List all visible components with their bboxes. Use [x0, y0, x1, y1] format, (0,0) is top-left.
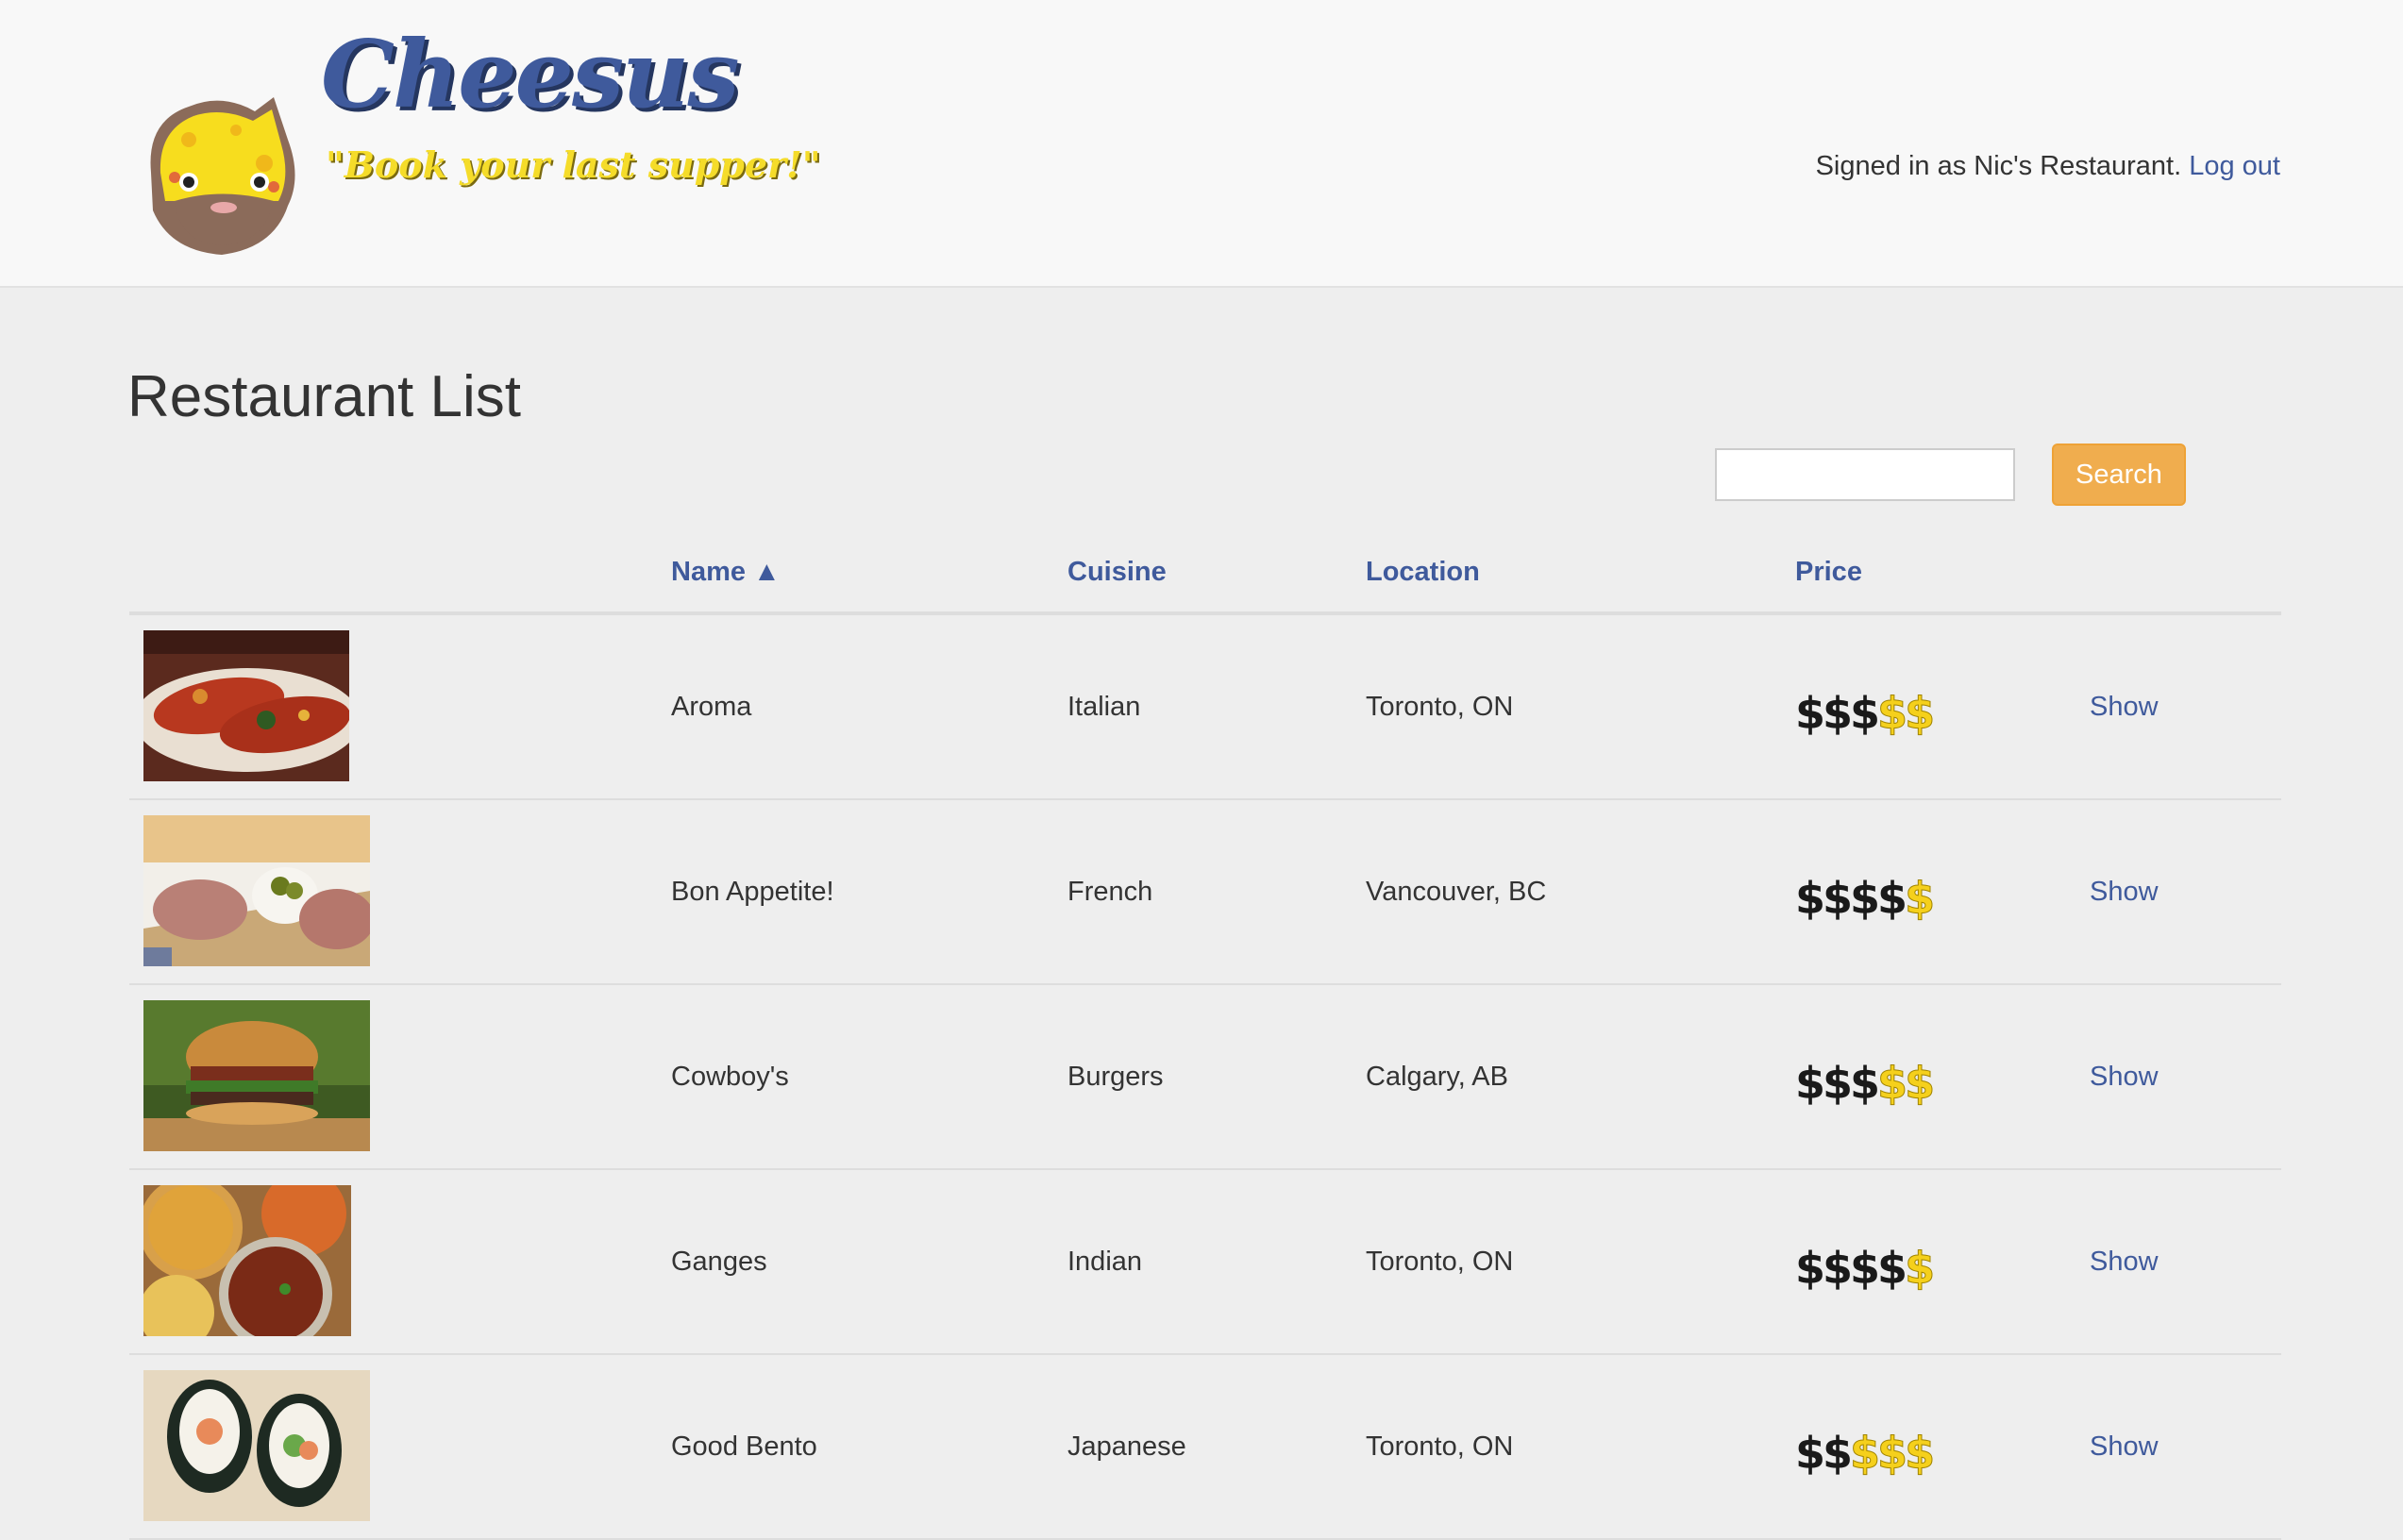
table-header: Name ▲ Cuisine Location Price — [129, 536, 2281, 615]
restaurant-cuisine: French — [1067, 876, 1153, 907]
price-dollar-active-icon: $ — [1795, 1058, 1826, 1109]
restaurant-photo — [143, 1370, 370, 1521]
restaurant-cuisine: Indian — [1067, 1246, 1143, 1277]
sort-by-cuisine-header[interactable]: Cuisine — [1067, 557, 1167, 588]
table-row: Aroma Italian Toronto, ON $ $ $ $ $ Show — [129, 615, 2281, 800]
restaurant-location: Vancouver, BC — [1366, 876, 1547, 907]
price-dollar-active-icon: $ — [1823, 688, 1854, 739]
restaurant-location: Toronto, ON — [1366, 691, 1514, 722]
sort-by-name-header[interactable]: Name ▲ — [671, 557, 781, 588]
price-rating: $ $ $ $ $ — [1795, 800, 1936, 983]
price-dollar-active-icon: $ — [1795, 873, 1826, 924]
restaurant-table: Name ▲ Cuisine Location Price Aroma Ital… — [129, 536, 2281, 1540]
price-rating: $ $ $ $ $ — [1795, 615, 1936, 798]
price-dollar-active-icon: $ — [1823, 1243, 1854, 1294]
price-dollar-active-icon: $ — [1795, 1243, 1826, 1294]
show-restaurant-link[interactable]: Show — [2090, 800, 2159, 983]
table-row: Bon Appetite! French Vancouver, BC $ $ $ $ $… — [129, 800, 2281, 985]
price-dollar-active-icon: $ — [1877, 873, 1908, 924]
price-dollar-active-icon: $ — [1823, 1058, 1854, 1109]
restaurant-name: Bon Appetite! — [671, 876, 834, 907]
table-row: Ganges Indian Toronto, ON $ $ $ $ $ Show — [129, 1170, 2281, 1355]
price-rating: $ $ $ $ $ — [1795, 1355, 1936, 1538]
restaurant-location: Toronto, ON — [1366, 1431, 1514, 1462]
show-restaurant-link[interactable]: Show — [2090, 1170, 2159, 1353]
restaurant-name: Aroma — [671, 691, 752, 722]
restaurant-photo — [143, 1000, 370, 1151]
auth-status: Signed in as Nic's Restaurant. Log out — [1816, 151, 2280, 182]
price-dollar-active-icon: $ — [1877, 1243, 1908, 1294]
restaurant-cuisine: Italian — [1067, 691, 1141, 722]
price-dollar-active-icon: $ — [1850, 873, 1881, 924]
price-dollar-inactive-icon: $ — [1905, 1243, 1936, 1294]
price-dollar-inactive-icon: $ — [1877, 1058, 1908, 1109]
restaurant-photo — [143, 815, 370, 966]
sort-by-price-header[interactable]: Price — [1795, 557, 1862, 588]
restaurant-photo — [143, 1185, 351, 1336]
price-dollar-active-icon: $ — [1850, 1058, 1881, 1109]
restaurant-name: Good Bento — [671, 1431, 817, 1462]
price-dollar-inactive-icon: $ — [1905, 873, 1936, 924]
restaurant-location: Calgary, AB — [1366, 1061, 1508, 1092]
search-button[interactable]: Search — [2052, 444, 2186, 506]
price-dollar-inactive-icon: $ — [1877, 1428, 1908, 1479]
restaurant-cuisine: Japanese — [1067, 1431, 1186, 1462]
price-dollar-inactive-icon: $ — [1877, 688, 1908, 739]
brand-tagline: "Book your last supper!" — [326, 143, 821, 186]
signed-in-text: Signed in as Nic's Restaurant. — [1815, 151, 2182, 181]
price-dollar-active-icon: $ — [1823, 873, 1854, 924]
logout-link[interactable]: Log out — [2189, 151, 2280, 181]
sort-by-location-header[interactable]: Location — [1366, 557, 1480, 588]
restaurant-name: Ganges — [671, 1246, 767, 1277]
restaurant-name: Cowboy's — [671, 1061, 789, 1092]
price-dollar-active-icon: $ — [1795, 688, 1826, 739]
price-dollar-active-icon: $ — [1795, 1428, 1826, 1479]
table-row: Good Bento Japanese Toronto, ON $ $ $ $ $ Sh… — [129, 1355, 2281, 1540]
brand-title[interactable]: Cheesus — [321, 21, 740, 129]
table-row: Cowboy's Burgers Calgary, AB $ $ $ $ $ Show — [129, 985, 2281, 1170]
price-dollar-active-icon: $ — [1823, 1428, 1854, 1479]
price-dollar-active-icon: $ — [1850, 1243, 1881, 1294]
price-dollar-active-icon: $ — [1850, 688, 1881, 739]
show-restaurant-link[interactable]: Show — [2090, 1355, 2159, 1538]
show-restaurant-link[interactable]: Show — [2090, 985, 2159, 1168]
show-restaurant-link[interactable]: Show — [2090, 615, 2159, 798]
restaurant-location: Toronto, ON — [1366, 1246, 1514, 1277]
price-dollar-inactive-icon: $ — [1850, 1428, 1881, 1479]
cheese-mascot-logo[interactable] — [132, 83, 311, 262]
restaurant-cuisine: Burgers — [1067, 1061, 1164, 1092]
price-dollar-inactive-icon: $ — [1905, 1058, 1936, 1109]
page-title: Restaurant List — [127, 364, 521, 429]
price-rating: $ $ $ $ $ — [1795, 985, 1936, 1168]
restaurant-photo — [143, 630, 349, 781]
price-dollar-inactive-icon: $ — [1905, 1428, 1936, 1479]
search-input[interactable] — [1715, 448, 2015, 501]
site-header: Cheesus "Book your last supper!" Signed … — [0, 0, 2403, 288]
price-dollar-inactive-icon: $ — [1905, 688, 1936, 739]
price-rating: $ $ $ $ $ — [1795, 1170, 1936, 1353]
